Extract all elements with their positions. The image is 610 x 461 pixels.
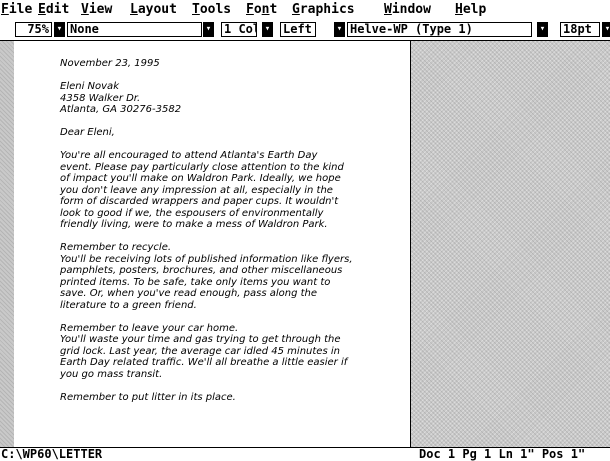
letter-paragraph-3: Remember to leave your car home. You'll … <box>60 322 348 380</box>
letter-text[interactable]: November 23, 1995 Eleni Novak 4358 Walke… <box>60 58 380 415</box>
columns-dropdown-icon[interactable]: ▾ <box>262 22 273 37</box>
font-dropdown-icon[interactable]: ▾ <box>537 22 548 37</box>
menu-font[interactable]: Font <box>246 0 277 20</box>
menu-layout[interactable]: Layout <box>130 0 177 20</box>
document-window: November 23, 1995 Eleni Novak 4358 Walke… <box>0 41 610 447</box>
letter-date: November 23, 1995 <box>60 58 160 69</box>
page-margin-left <box>0 41 14 447</box>
status-bar: C:\WP60\LETTER Doc 1 Pg 1 Ln 1" Pos 1" <box>0 447 610 461</box>
status-file-path: C:\WP60\LETTER <box>1 447 103 461</box>
letter-address: Eleni Novak 4358 Walker Dr. Atlanta, GA … <box>60 81 182 115</box>
menu-file[interactable]: File <box>1 0 32 20</box>
menu-edit[interactable]: Edit <box>38 0 69 20</box>
menu-view[interactable]: View <box>81 0 112 20</box>
letter-paragraph-2: Remember to recycle. You'll be receiving… <box>60 242 353 311</box>
ribbon-bar: 75% ▾ None ▾ 1 Col ▾ Left ▾ Helve-WP (Ty… <box>0 20 610 41</box>
zoom-select[interactable]: 75% <box>15 22 52 37</box>
font-size-select[interactable]: 18pt <box>560 22 600 37</box>
menu-window[interactable]: Window <box>384 0 431 20</box>
menu-file-rest: ile <box>8 2 33 17</box>
letter-paragraph-4: Remember to put litter in its place. <box>60 391 236 403</box>
style-select[interactable]: None <box>67 22 202 37</box>
letter-salutation: Dear Eleni, <box>60 127 115 138</box>
columns-select[interactable]: 1 Col <box>221 22 257 37</box>
menu-graphics[interactable]: Graphics <box>292 0 355 20</box>
menu-help[interactable]: Help <box>455 0 486 20</box>
document-page[interactable]: November 23, 1995 Eleni Novak 4358 Walke… <box>14 41 411 447</box>
menu-tools[interactable]: Tools <box>192 0 231 20</box>
style-dropdown-icon[interactable]: ▾ <box>203 22 214 37</box>
menu-bar: File Edit View Layout Tools Font Graphic… <box>0 0 610 20</box>
justification-select[interactable]: Left <box>280 22 316 37</box>
justification-dropdown-icon[interactable]: ▾ <box>334 22 345 37</box>
zoom-dropdown-icon[interactable]: ▾ <box>54 22 65 37</box>
status-cursor-position: Doc 1 Pg 1 Ln 1" Pos 1" <box>419 447 586 461</box>
font-size-dropdown-icon[interactable]: ▾ <box>602 22 610 37</box>
font-select[interactable]: Helve-WP (Type 1) <box>347 22 532 37</box>
letter-paragraph-1: You're all encouraged to attend Atlanta'… <box>60 150 344 230</box>
